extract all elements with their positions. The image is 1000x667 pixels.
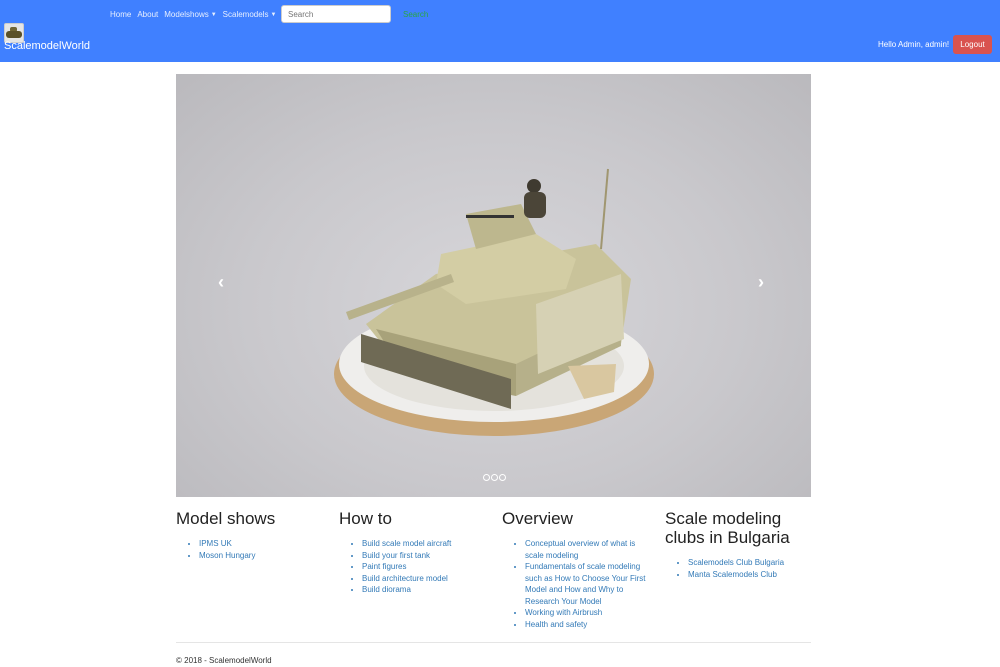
chevron-down-icon: ▼: [210, 12, 217, 18]
nav-links: Home About Modelshows ▼ Scalemodels ▼: [110, 10, 276, 19]
section-link[interactable]: Build scale model aircraft: [362, 538, 489, 550]
section-link[interactable]: Scalemodels Club Bulgaria: [688, 557, 815, 569]
carousel-indicators: [483, 474, 506, 481]
section-list: Conceptual overview of what is scale mod…: [502, 538, 652, 630]
section-link[interactable]: Build diorama: [362, 584, 489, 596]
search-input[interactable]: [281, 5, 391, 23]
section-title: Model shows: [176, 509, 276, 528]
nav-modelshows-dropdown[interactable]: Modelshows ▼: [164, 10, 216, 19]
section-link[interactable]: IPMS UK: [199, 538, 326, 550]
carousel-indicator[interactable]: [491, 474, 498, 481]
section-model-shows: Model shows IPMS UKMoson Hungary: [176, 509, 326, 561]
section-link[interactable]: Health and safety: [525, 619, 652, 631]
section-list: IPMS UKMoson Hungary: [176, 538, 326, 561]
section-link[interactable]: Build architecture model: [362, 573, 489, 585]
nav-home-link[interactable]: Home: [110, 10, 131, 19]
section-list: Build scale model aircraftBuild your fir…: [339, 538, 489, 596]
section-link[interactable]: Conceptual overview of what is scale mod…: [525, 538, 652, 561]
carousel-next-icon[interactable]: ›: [758, 272, 764, 293]
nav-about-link[interactable]: About: [137, 10, 158, 19]
user-greeting: Hello Admin, admin!: [878, 40, 950, 49]
footer-copyright: © 2018 - ScalemodelWorld: [176, 656, 272, 665]
carousel-indicator[interactable]: [483, 474, 490, 481]
section-title: How to: [339, 509, 392, 528]
nav-scalemodels-dropdown[interactable]: Scalemodels ▼: [223, 10, 277, 19]
section-title: Overview: [502, 509, 573, 528]
carousel-indicator[interactable]: [499, 474, 506, 481]
footer-divider: [176, 642, 811, 643]
section-title: Scale modeling clubs in Bulgaria: [665, 509, 790, 547]
section-link[interactable]: Paint figures: [362, 561, 489, 573]
chevron-down-icon: ▼: [270, 12, 277, 18]
section-link[interactable]: Manta Scalemodels Club: [688, 569, 815, 581]
logout-button[interactable]: Logout: [953, 35, 992, 54]
section-how-to: How to Build scale model aircraftBuild y…: [339, 509, 489, 596]
carousel-prev-icon[interactable]: ‹: [218, 272, 224, 293]
section-link[interactable]: Build your first tank: [362, 550, 489, 562]
section-overview: Overview Conceptual overview of what is …: [502, 509, 652, 630]
section-link[interactable]: Working with Airbrush: [525, 607, 652, 619]
navbar: ScalemodelWorld Home About Modelshows ▼ S…: [0, 0, 1000, 62]
section-clubs: Scale modeling clubs in Bulgaria Scalemo…: [665, 509, 815, 580]
image-carousel: ‹ ›: [176, 74, 811, 497]
search-button[interactable]: Search: [403, 10, 428, 19]
section-link[interactable]: Fundamentals of scale modeling such as H…: [525, 561, 652, 607]
section-link[interactable]: Moson Hungary: [199, 550, 326, 562]
brand-link[interactable]: ScalemodelWorld: [4, 40, 90, 52]
section-list: Scalemodels Club BulgariaManta Scalemode…: [665, 557, 815, 580]
tank-model-image: [334, 168, 654, 436]
